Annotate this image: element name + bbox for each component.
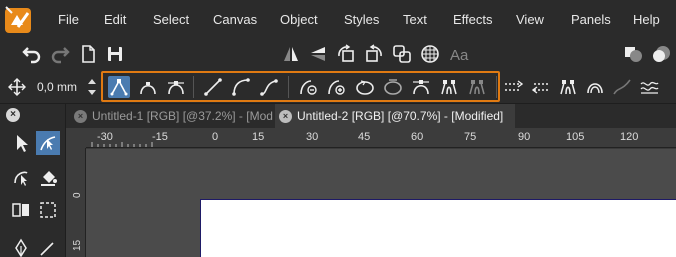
tab-label: Untitled-2 [RGB] [@70.7%] - [Modified] bbox=[297, 109, 504, 123]
convert-curve-icon[interactable] bbox=[438, 76, 460, 98]
tab-label: Untitled-1 [RGB] [@37.2%] - [Modified] bbox=[92, 109, 273, 123]
node-smooth-icon[interactable] bbox=[137, 76, 159, 98]
rotate-left-icon[interactable] bbox=[335, 43, 357, 65]
document-page[interactable] bbox=[200, 199, 676, 257]
ruler-label: 90 bbox=[518, 131, 531, 143]
move-icon bbox=[8, 78, 26, 96]
document-tab-active[interactable]: × Untitled-2 [RGB] [@70.7%] - [Modified] bbox=[275, 104, 515, 128]
ruler-label: 30 bbox=[306, 131, 319, 143]
segment-curve-icon[interactable] bbox=[230, 76, 252, 98]
pencil-tool-icon[interactable] bbox=[36, 236, 60, 257]
menu-select[interactable]: Select bbox=[153, 12, 189, 27]
redo-icon[interactable] bbox=[49, 43, 71, 65]
undo-icon[interactable] bbox=[21, 43, 43, 65]
separator bbox=[496, 76, 497, 98]
contour-icon[interactable] bbox=[584, 76, 606, 98]
ruler-label: -15 bbox=[152, 131, 168, 143]
ruler-label: 75 bbox=[464, 131, 477, 143]
menu-text[interactable]: Text bbox=[403, 12, 427, 27]
pen-tool-icon[interactable] bbox=[9, 236, 33, 257]
ruler-label: 15 bbox=[72, 239, 83, 251]
text-style-icon[interactable]: Aa bbox=[448, 43, 470, 65]
menu-panels[interactable]: Panels bbox=[571, 12, 611, 27]
separator bbox=[288, 76, 289, 98]
reverse-curve-icon[interactable] bbox=[410, 76, 432, 98]
node-symmetric-icon[interactable] bbox=[165, 76, 187, 98]
smooth-curve-icon[interactable] bbox=[382, 76, 404, 98]
close-icon[interactable]: × bbox=[279, 109, 292, 123]
ruler-label: -30 bbox=[97, 131, 113, 143]
menu-file[interactable]: File bbox=[58, 12, 79, 27]
nudge-spinner[interactable] bbox=[87, 76, 97, 98]
ruler-label: 120 bbox=[620, 131, 639, 143]
new-document-icon[interactable] bbox=[77, 43, 99, 65]
shape-combine-icon[interactable] bbox=[622, 43, 644, 65]
segment-smart-icon[interactable] bbox=[258, 76, 280, 98]
segment-line-icon[interactable] bbox=[202, 76, 224, 98]
menu-canvas[interactable]: Canvas bbox=[213, 12, 257, 27]
close-icon[interactable]: × bbox=[74, 109, 87, 123]
menu-object[interactable]: Object bbox=[280, 12, 318, 27]
close-icon[interactable]: × bbox=[6, 108, 20, 122]
flip-vertical-icon[interactable] bbox=[307, 43, 329, 65]
smooth-path-icon[interactable] bbox=[611, 76, 633, 98]
ruler-label: 15 bbox=[252, 131, 265, 143]
menu-help[interactable]: Help bbox=[633, 12, 660, 27]
align-nodes-icon[interactable] bbox=[466, 76, 488, 98]
node-sharp-icon[interactable] bbox=[108, 76, 130, 98]
separator bbox=[193, 76, 194, 98]
menu-edit[interactable]: Edit bbox=[104, 12, 126, 27]
rotate-right-icon[interactable] bbox=[363, 43, 385, 65]
distribute-right-icon[interactable] bbox=[503, 76, 525, 98]
contour-tool-icon[interactable] bbox=[9, 165, 33, 189]
wave-path-icon[interactable] bbox=[638, 76, 660, 98]
view-tool-icon[interactable] bbox=[9, 198, 33, 222]
ruler-label: 105 bbox=[566, 131, 585, 143]
menu-view[interactable]: View bbox=[516, 12, 544, 27]
ruler-label: 0 bbox=[212, 131, 219, 143]
nudge-distance-input[interactable] bbox=[34, 77, 84, 97]
ruler-label: 60 bbox=[411, 131, 424, 143]
node-mirror-icon[interactable] bbox=[557, 76, 579, 98]
svg-text:Aa: Aa bbox=[450, 47, 469, 64]
ruler-corner bbox=[66, 128, 86, 148]
marquee-tool-icon[interactable] bbox=[36, 198, 60, 222]
menu-styles[interactable]: Styles bbox=[344, 12, 379, 27]
ruler-label: 0 bbox=[72, 192, 83, 198]
flip-horizontal-icon[interactable] bbox=[280, 43, 302, 65]
menu-effects[interactable]: Effects bbox=[453, 12, 493, 27]
group-icon[interactable] bbox=[391, 43, 413, 65]
document-tab[interactable]: × Untitled-1 [RGB] [@37.2%] - [Modified] bbox=[70, 104, 273, 128]
save-icon[interactable] bbox=[104, 43, 126, 65]
move-tool-icon[interactable] bbox=[9, 131, 33, 155]
app-logo-icon[interactable] bbox=[4, 5, 34, 35]
break-curve-icon[interactable] bbox=[298, 76, 320, 98]
close-curve-icon[interactable] bbox=[354, 76, 376, 98]
fill-tool-icon[interactable] bbox=[36, 165, 60, 189]
vertical-ruler: 0 15 bbox=[66, 148, 86, 257]
ruler-label: 45 bbox=[358, 131, 371, 143]
shape-subtract-icon[interactable] bbox=[650, 43, 672, 65]
join-curves-icon[interactable] bbox=[326, 76, 348, 98]
horizontal-ruler: -30 -15 0 15 30 45 60 75 90 105 120 bbox=[66, 128, 676, 148]
node-tool-icon[interactable] bbox=[36, 131, 60, 155]
grid-icon[interactable] bbox=[419, 43, 441, 65]
distribute-left-icon[interactable] bbox=[530, 76, 552, 98]
